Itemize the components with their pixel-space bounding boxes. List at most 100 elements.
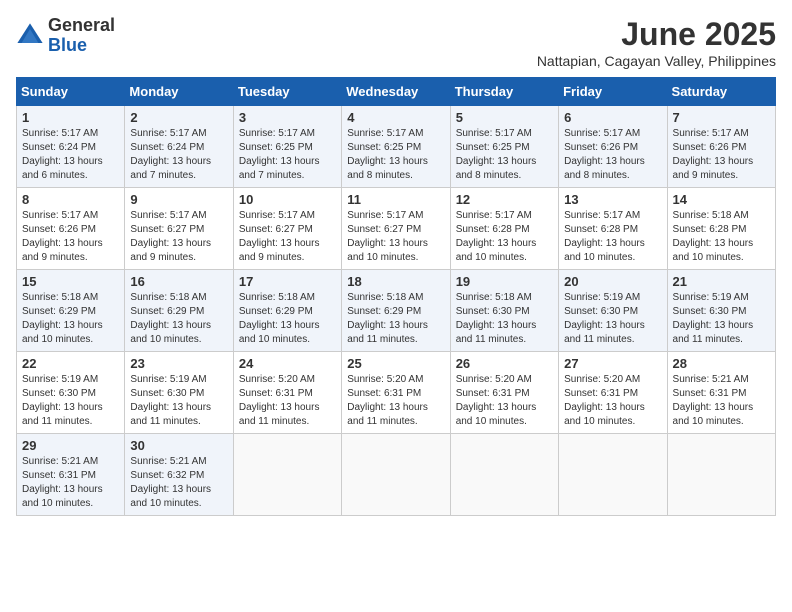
sunrise-label: Sunrise: 5:17 AM	[130, 128, 206, 139]
sunrise-label: Sunrise: 5:21 AM	[22, 456, 98, 467]
sunrise-label: Sunrise: 5:17 AM	[564, 128, 640, 139]
sunset-label: Sunset: 6:25 PM	[456, 142, 530, 153]
header-wednesday: Wednesday	[342, 78, 450, 106]
calendar-subtitle: Nattapian, Cagayan Valley, Philippines	[537, 53, 776, 69]
table-row	[342, 434, 450, 516]
daylight-label: Daylight: 13 hours and 10 minutes.	[564, 238, 645, 263]
sunrise-label: Sunrise: 5:20 AM	[347, 374, 423, 385]
day-number: 16	[130, 274, 227, 289]
sunset-label: Sunset: 6:31 PM	[347, 388, 421, 399]
day-info: Sunrise: 5:19 AM Sunset: 6:30 PM Dayligh…	[22, 373, 119, 429]
sunset-label: Sunset: 6:31 PM	[239, 388, 313, 399]
day-number: 28	[673, 356, 770, 371]
day-number: 12	[456, 192, 553, 207]
day-number: 18	[347, 274, 444, 289]
table-row: 11 Sunrise: 5:17 AM Sunset: 6:27 PM Dayl…	[342, 188, 450, 270]
day-number: 2	[130, 110, 227, 125]
sunset-label: Sunset: 6:31 PM	[564, 388, 638, 399]
sunrise-label: Sunrise: 5:17 AM	[456, 128, 532, 139]
table-row: 28 Sunrise: 5:21 AM Sunset: 6:31 PM Dayl…	[667, 352, 775, 434]
day-info: Sunrise: 5:19 AM Sunset: 6:30 PM Dayligh…	[564, 291, 661, 347]
table-row: 5 Sunrise: 5:17 AM Sunset: 6:25 PM Dayli…	[450, 106, 558, 188]
table-row	[233, 434, 341, 516]
logo-blue: Blue	[48, 36, 115, 56]
day-number: 24	[239, 356, 336, 371]
table-row: 4 Sunrise: 5:17 AM Sunset: 6:25 PM Dayli…	[342, 106, 450, 188]
daylight-label: Daylight: 13 hours and 11 minutes.	[130, 402, 211, 427]
daylight-label: Daylight: 13 hours and 10 minutes.	[22, 484, 103, 509]
day-info: Sunrise: 5:18 AM Sunset: 6:29 PM Dayligh…	[239, 291, 336, 347]
sunset-label: Sunset: 6:31 PM	[22, 470, 96, 481]
table-row: 16 Sunrise: 5:18 AM Sunset: 6:29 PM Dayl…	[125, 270, 233, 352]
day-info: Sunrise: 5:18 AM Sunset: 6:28 PM Dayligh…	[673, 209, 770, 265]
sunset-label: Sunset: 6:30 PM	[564, 306, 638, 317]
day-info: Sunrise: 5:20 AM Sunset: 6:31 PM Dayligh…	[564, 373, 661, 429]
sunset-label: Sunset: 6:29 PM	[130, 306, 204, 317]
table-row: 19 Sunrise: 5:18 AM Sunset: 6:30 PM Dayl…	[450, 270, 558, 352]
sunset-label: Sunset: 6:30 PM	[130, 388, 204, 399]
day-info: Sunrise: 5:17 AM Sunset: 6:24 PM Dayligh…	[22, 127, 119, 183]
sunset-label: Sunset: 6:30 PM	[22, 388, 96, 399]
table-row: 14 Sunrise: 5:18 AM Sunset: 6:28 PM Dayl…	[667, 188, 775, 270]
daylight-label: Daylight: 13 hours and 10 minutes.	[130, 484, 211, 509]
day-number: 21	[673, 274, 770, 289]
sunset-label: Sunset: 6:25 PM	[347, 142, 421, 153]
table-row: 9 Sunrise: 5:17 AM Sunset: 6:27 PM Dayli…	[125, 188, 233, 270]
day-number: 20	[564, 274, 661, 289]
day-number: 19	[456, 274, 553, 289]
daylight-label: Daylight: 13 hours and 8 minutes.	[456, 156, 537, 181]
day-number: 1	[22, 110, 119, 125]
sunrise-label: Sunrise: 5:20 AM	[239, 374, 315, 385]
daylight-label: Daylight: 13 hours and 10 minutes.	[673, 238, 754, 263]
table-row: 10 Sunrise: 5:17 AM Sunset: 6:27 PM Dayl…	[233, 188, 341, 270]
daylight-label: Daylight: 13 hours and 10 minutes.	[130, 320, 211, 345]
sunset-label: Sunset: 6:26 PM	[22, 224, 96, 235]
table-row: 21 Sunrise: 5:19 AM Sunset: 6:30 PM Dayl…	[667, 270, 775, 352]
day-number: 22	[22, 356, 119, 371]
day-info: Sunrise: 5:19 AM Sunset: 6:30 PM Dayligh…	[673, 291, 770, 347]
table-row: 7 Sunrise: 5:17 AM Sunset: 6:26 PM Dayli…	[667, 106, 775, 188]
day-number: 9	[130, 192, 227, 207]
calendar-row: 8 Sunrise: 5:17 AM Sunset: 6:26 PM Dayli…	[17, 188, 776, 270]
sunset-label: Sunset: 6:30 PM	[673, 306, 747, 317]
table-row: 26 Sunrise: 5:20 AM Sunset: 6:31 PM Dayl…	[450, 352, 558, 434]
calendar-title: June 2025	[537, 16, 776, 53]
calendar-row: 22 Sunrise: 5:19 AM Sunset: 6:30 PM Dayl…	[17, 352, 776, 434]
daylight-label: Daylight: 13 hours and 8 minutes.	[564, 156, 645, 181]
sunset-label: Sunset: 6:25 PM	[239, 142, 313, 153]
sunset-label: Sunset: 6:26 PM	[564, 142, 638, 153]
day-info: Sunrise: 5:21 AM Sunset: 6:31 PM Dayligh…	[22, 455, 119, 511]
daylight-label: Daylight: 13 hours and 7 minutes.	[239, 156, 320, 181]
day-info: Sunrise: 5:17 AM Sunset: 6:25 PM Dayligh…	[456, 127, 553, 183]
sunrise-label: Sunrise: 5:17 AM	[130, 210, 206, 221]
day-info: Sunrise: 5:17 AM Sunset: 6:24 PM Dayligh…	[130, 127, 227, 183]
day-number: 5	[456, 110, 553, 125]
day-number: 7	[673, 110, 770, 125]
table-row: 23 Sunrise: 5:19 AM Sunset: 6:30 PM Dayl…	[125, 352, 233, 434]
table-row: 15 Sunrise: 5:18 AM Sunset: 6:29 PM Dayl…	[17, 270, 125, 352]
day-info: Sunrise: 5:18 AM Sunset: 6:29 PM Dayligh…	[22, 291, 119, 347]
calendar-row: 15 Sunrise: 5:18 AM Sunset: 6:29 PM Dayl…	[17, 270, 776, 352]
daylight-label: Daylight: 13 hours and 11 minutes.	[239, 402, 320, 427]
daylight-label: Daylight: 13 hours and 11 minutes.	[347, 402, 428, 427]
daylight-label: Daylight: 13 hours and 11 minutes.	[347, 320, 428, 345]
daylight-label: Daylight: 13 hours and 9 minutes.	[673, 156, 754, 181]
day-number: 14	[673, 192, 770, 207]
daylight-label: Daylight: 13 hours and 11 minutes.	[456, 320, 537, 345]
sunset-label: Sunset: 6:28 PM	[564, 224, 638, 235]
day-info: Sunrise: 5:17 AM Sunset: 6:28 PM Dayligh…	[564, 209, 661, 265]
daylight-label: Daylight: 13 hours and 10 minutes.	[673, 402, 754, 427]
sunrise-label: Sunrise: 5:17 AM	[673, 128, 749, 139]
sunset-label: Sunset: 6:29 PM	[22, 306, 96, 317]
sunrise-label: Sunrise: 5:19 AM	[22, 374, 98, 385]
day-info: Sunrise: 5:18 AM Sunset: 6:29 PM Dayligh…	[347, 291, 444, 347]
header-sunday: Sunday	[17, 78, 125, 106]
day-info: Sunrise: 5:17 AM Sunset: 6:26 PM Dayligh…	[564, 127, 661, 183]
day-info: Sunrise: 5:17 AM Sunset: 6:27 PM Dayligh…	[347, 209, 444, 265]
sunset-label: Sunset: 6:29 PM	[347, 306, 421, 317]
table-row: 20 Sunrise: 5:19 AM Sunset: 6:30 PM Dayl…	[559, 270, 667, 352]
sunrise-label: Sunrise: 5:21 AM	[673, 374, 749, 385]
daylight-label: Daylight: 13 hours and 9 minutes.	[130, 238, 211, 263]
day-number: 10	[239, 192, 336, 207]
sunrise-label: Sunrise: 5:18 AM	[347, 292, 423, 303]
